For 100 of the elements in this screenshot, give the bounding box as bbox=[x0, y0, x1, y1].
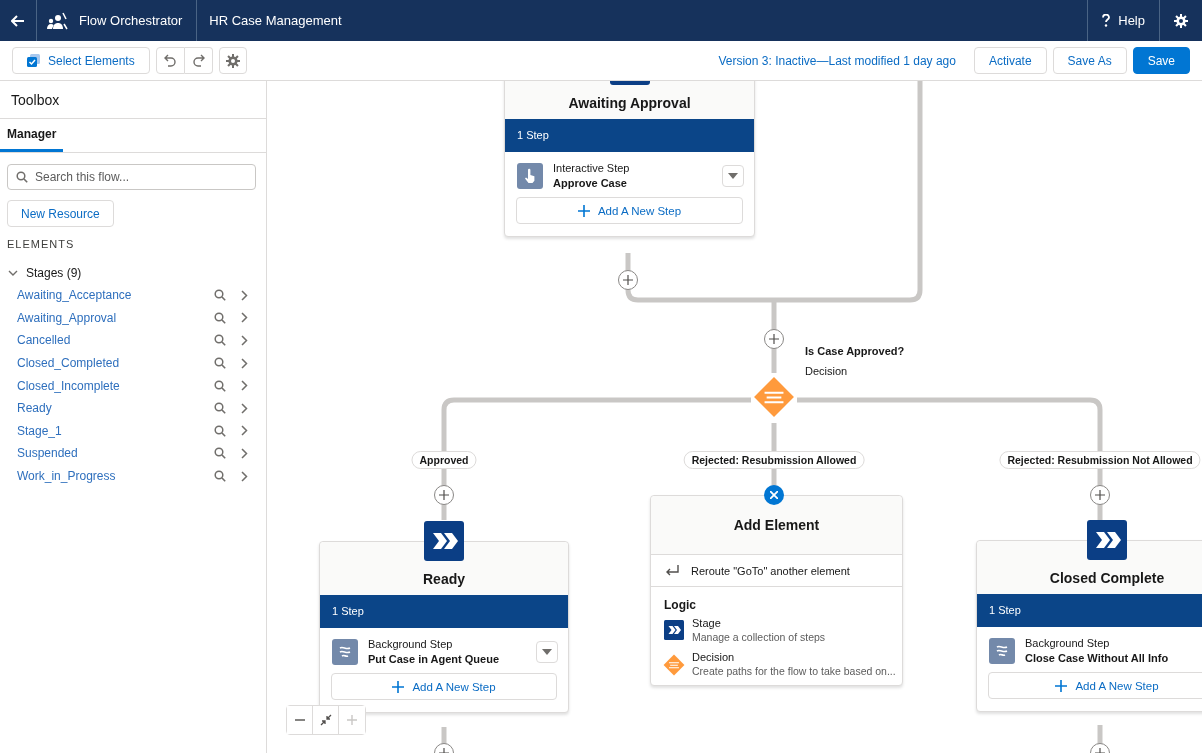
chevron-right-icon bbox=[241, 289, 248, 301]
option-name[interactable]: Decision bbox=[692, 651, 896, 663]
search-icon bbox=[213, 334, 226, 347]
double-chevron-icon bbox=[664, 620, 684, 640]
step-name: Put Case in Agent Queue bbox=[368, 653, 500, 665]
outcome-label: Rejected: Resubmission Not Allowed bbox=[999, 451, 1201, 469]
plus-icon bbox=[623, 275, 633, 285]
add-node-button[interactable] bbox=[434, 485, 454, 505]
search-icon bbox=[213, 402, 226, 415]
add-step-button[interactable]: Add A New Step bbox=[331, 673, 557, 700]
step-name: Approve Case bbox=[553, 177, 628, 189]
search-icon bbox=[213, 379, 226, 392]
undo-button[interactable] bbox=[155, 47, 185, 74]
hand-pointer-icon bbox=[517, 162, 543, 189]
stage-link[interactable]: Closed_Completed bbox=[17, 356, 207, 371]
stage-card[interactable]: Awaiting Approval 1 Step Interactive Step Approve Case Add A New Step bbox=[504, 81, 755, 237]
chevron-right-icon bbox=[241, 357, 248, 369]
stage-link[interactable]: Stage_1 bbox=[17, 423, 207, 438]
step-type: Background Step bbox=[368, 638, 454, 650]
settings-icon bbox=[1174, 13, 1188, 28]
app-name: Flow Orchestrator bbox=[79, 13, 183, 28]
stage-link[interactable]: Awaiting_Approval bbox=[17, 310, 207, 325]
close-icon bbox=[770, 491, 778, 499]
stage-card[interactable]: Closed Complete 1 Step Background Step Close Case Without All Info Add A New Step bbox=[976, 540, 1202, 712]
zoom-out-button[interactable] bbox=[287, 706, 313, 734]
undo-icon bbox=[163, 54, 177, 67]
toolbox-title: Toolbox bbox=[11, 91, 60, 108]
step-menu-button[interactable] bbox=[722, 164, 744, 187]
panel-title: Add Element bbox=[733, 517, 820, 533]
stage-title: Ready bbox=[423, 571, 465, 587]
step-type: Background Step bbox=[1025, 637, 1111, 649]
toolbar-button[interactable]: Activate bbox=[973, 47, 1047, 74]
double-chevron-icon bbox=[1087, 520, 1127, 560]
reroute-option[interactable]: Reroute "GoTo" another element bbox=[691, 564, 850, 577]
add-step-button[interactable]: Add A New Step bbox=[516, 197, 743, 224]
decision-icon bbox=[663, 654, 685, 676]
stage-link[interactable]: Awaiting_Acceptance bbox=[17, 288, 207, 303]
caret-down-icon bbox=[728, 172, 738, 179]
chevron-right-icon bbox=[241, 312, 248, 324]
plus-icon bbox=[1095, 490, 1105, 500]
version-status: Version 3: Inactive—Last modified 1 day ago bbox=[718, 53, 956, 68]
redo-icon bbox=[191, 54, 205, 67]
new-resource-button[interactable]: New Resource bbox=[7, 200, 114, 227]
stage-card[interactable]: Ready 1 Step Background Step Put Case in Agent Queue Add A New Step bbox=[319, 541, 569, 713]
shrink-arrows-icon bbox=[319, 714, 332, 726]
option-description: Create paths for the flow to take based on... bbox=[692, 665, 896, 677]
add-node-button[interactable] bbox=[1090, 485, 1110, 505]
plus-icon bbox=[577, 204, 590, 217]
decision-type: Decision bbox=[805, 365, 849, 377]
save-button[interactable]: Save bbox=[1132, 47, 1190, 74]
plus-icon bbox=[769, 334, 779, 344]
chevron-right-icon bbox=[241, 402, 248, 414]
chevron-right-icon bbox=[241, 425, 248, 437]
people-icon bbox=[47, 11, 69, 30]
decision-diamond-icon bbox=[753, 376, 795, 418]
plus-icon bbox=[392, 680, 405, 693]
stage-link[interactable]: Cancelled bbox=[17, 333, 207, 348]
add-node-button[interactable] bbox=[618, 270, 638, 290]
stage-link[interactable]: Suspended bbox=[17, 446, 207, 461]
section-heading: ELEMENTS bbox=[7, 238, 76, 250]
step-count-bar: 1 Step bbox=[320, 595, 568, 628]
sidebar-tab[interactable]: Manager bbox=[0, 119, 64, 152]
stage-link[interactable]: Closed_Incomplete bbox=[17, 378, 207, 393]
close-button[interactable] bbox=[764, 485, 784, 505]
search-icon bbox=[213, 311, 226, 324]
chevron-right-icon bbox=[241, 335, 248, 346]
stages-group-toggle[interactable]: Stages (9) bbox=[8, 266, 82, 280]
select-elements-button[interactable]: Select Elements bbox=[12, 47, 150, 74]
chevron-right-icon bbox=[241, 470, 248, 482]
double-chevron-icon bbox=[424, 521, 464, 561]
help-icon bbox=[1102, 14, 1111, 27]
outcome-label: Approved bbox=[411, 451, 477, 469]
search-icon bbox=[213, 470, 226, 483]
plus-icon bbox=[1055, 679, 1068, 692]
stage-link[interactable]: Work_in_Progress bbox=[17, 469, 207, 484]
decision-name: Is Case Approved? bbox=[805, 345, 905, 357]
search-icon bbox=[213, 447, 226, 460]
add-step-button[interactable]: Add A New Step bbox=[988, 672, 1202, 699]
flow-name: HR Case Management bbox=[209, 13, 342, 28]
redo-button[interactable] bbox=[184, 47, 213, 74]
search-field[interactable]: Search this flow... bbox=[7, 164, 256, 190]
stage-title: Closed Complete bbox=[1049, 570, 1165, 586]
minus-icon bbox=[294, 719, 305, 721]
search-icon bbox=[213, 357, 226, 370]
settings-icon bbox=[225, 53, 240, 68]
help-button[interactable]: Help bbox=[1087, 0, 1160, 41]
chevron-down-icon bbox=[8, 269, 18, 277]
toolbar-button[interactable]: Save As bbox=[1052, 47, 1127, 74]
search-icon bbox=[213, 424, 226, 437]
stage-title: Awaiting Approval bbox=[568, 95, 691, 111]
step-menu-button[interactable] bbox=[536, 640, 558, 663]
return-arrow-icon bbox=[665, 564, 679, 577]
step-type: Interactive Step bbox=[553, 162, 631, 174]
option-name[interactable]: Stage bbox=[692, 617, 826, 629]
step-name: Close Case Without All Info bbox=[1025, 652, 1170, 664]
stage-link[interactable]: Ready bbox=[17, 401, 207, 416]
section-heading: Logic bbox=[664, 598, 697, 612]
wavy-lines-icon bbox=[332, 638, 358, 665]
add-node-button[interactable] bbox=[764, 329, 784, 349]
plus-icon bbox=[439, 490, 449, 500]
